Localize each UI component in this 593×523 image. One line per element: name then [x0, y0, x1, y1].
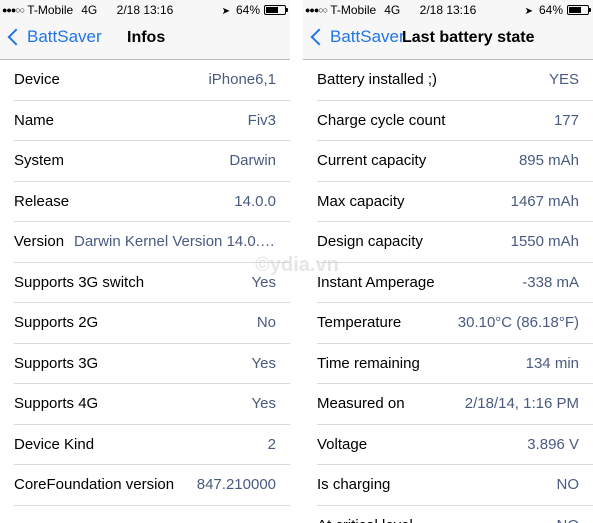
- back-button-label: BattSaver: [27, 27, 102, 46]
- row-label: Voltage: [317, 435, 368, 453]
- top-bars: ●●●○○ T-Mobile 4G 2/18 13:16 ➤ 64% BattSave…: [303, 0, 593, 60]
- list-row[interactable]: Device Kind 2: [14, 425, 290, 465]
- battery-percent: 64%: [235, 3, 260, 17]
- row-label: System: [14, 152, 65, 169]
- row-label: Charge cycle count: [317, 111, 446, 129]
- list-row[interactable]: Measured on 2/18/14, 1:16 PM: [317, 384, 593, 425]
- location-arrow-icon: ➤: [524, 6, 533, 17]
- row-label: Design capacity: [317, 233, 423, 250]
- row-label: Max capacity: [317, 192, 405, 210]
- row-label: CoreFoundation version: [14, 476, 175, 493]
- row-label: Release: [14, 192, 70, 210]
- list-row[interactable]: Time remaining 134 min: [317, 344, 593, 384]
- list-row[interactable]: Device iPhone6,1: [14, 60, 290, 101]
- list-row[interactable]: Instant Amperage -338 mA: [317, 263, 593, 303]
- screen-divider: [290, 0, 303, 523]
- row-label: Supports 2G: [14, 314, 99, 331]
- list-row[interactable]: Is charging NO: [317, 465, 593, 506]
- row-label: Supports 4G: [14, 395, 99, 412]
- row-value: 3.896 V: [527, 435, 579, 453]
- row-value: 2/18/14, 1:16 PM: [464, 395, 579, 412]
- list-row[interactable]: Name Fiv3: [14, 101, 290, 141]
- row-label: Temperature: [317, 314, 402, 331]
- chevron-left-icon: [7, 28, 25, 46]
- row-label: Battery installed ;): [317, 71, 438, 88]
- row-value: Yes: [251, 273, 276, 291]
- list-row[interactable]: At critical level NO: [317, 506, 593, 523]
- row-label: Supports 3G: [14, 354, 99, 372]
- list-row[interactable]: CoreFoundation version 847.210000: [14, 465, 290, 506]
- row-value: 30.10°C (86.18°F): [457, 314, 579, 331]
- row-label: Device Kind: [14, 435, 95, 453]
- screen-battery-state: ●●●○○ T-Mobile 4G 2/18 13:16 ➤ 64% BattSave…: [303, 0, 593, 523]
- list-row[interactable]: Version Darwin Kernel Version 14.0.0: Tue…: [14, 222, 290, 263]
- page-title: Infos: [127, 29, 166, 46]
- back-button[interactable]: BattSaver: [309, 27, 405, 47]
- location-arrow-icon: ➤: [221, 6, 230, 17]
- battery-fill: [266, 7, 278, 13]
- list-row[interactable]: Supports 2G No: [14, 303, 290, 344]
- back-button[interactable]: BattSaver: [6, 27, 102, 47]
- row-value: 895 mAh: [518, 152, 579, 169]
- list-row[interactable]: Supports 3G Yes: [14, 344, 290, 384]
- row-value: 1550 mAh: [510, 233, 579, 250]
- row-label: Device: [14, 71, 60, 88]
- list-row[interactable]: Release 14.0.0: [14, 182, 290, 222]
- list-row[interactable]: Supports 4G Yes: [14, 384, 290, 425]
- row-value: 177: [553, 111, 579, 129]
- row-value: Fiv3: [247, 111, 276, 129]
- row-value: NO: [557, 517, 580, 523]
- battery-icon: [567, 5, 591, 15]
- row-label: Name: [14, 111, 55, 129]
- row-value: Darwin Kernel Version 14.0.0: Tue Jan 21…: [74, 233, 276, 250]
- back-button-label: BattSaver: [330, 27, 405, 46]
- row-value: No: [256, 314, 276, 331]
- list-row[interactable]: Voltage 3.896 V: [317, 425, 593, 465]
- list-row[interactable]: System Darwin: [14, 141, 290, 182]
- row-value: Darwin: [229, 152, 276, 169]
- screen-infos: ●●●○○ T-Mobile 4G 2/18 13:16 ➤ 64% BattSave…: [0, 0, 290, 523]
- navigation-bar: BattSaver Last battery state: [303, 20, 593, 59]
- top-bars: ●●●○○ T-Mobile 4G 2/18 13:16 ➤ 64% BattSave…: [0, 0, 290, 60]
- list-row[interactable]: Design capacity 1550 mAh: [317, 222, 593, 263]
- list-row[interactable]: Supports 3G switch Yes: [14, 263, 290, 303]
- status-bar: ●●●○○ T-Mobile 4G 2/18 13:16 ➤ 64%: [303, 0, 593, 20]
- row-value: 14.0.0: [234, 192, 276, 210]
- row-value: iPhone6,1: [208, 71, 276, 88]
- battery-percent: 64%: [538, 3, 563, 17]
- list-row[interactable]: Charge cycle count 177: [317, 101, 593, 141]
- row-label: Measured on: [317, 395, 405, 412]
- battery-fill: [569, 7, 581, 13]
- page-title: Last battery state: [402, 29, 535, 46]
- row-value: NO: [556, 476, 580, 493]
- navigation-bar: BattSaver Infos: [0, 20, 290, 59]
- row-value: 847.210000: [196, 476, 276, 493]
- row-value: Yes: [251, 395, 276, 412]
- chevron-left-icon: [310, 28, 328, 46]
- list-row[interactable]: Current capacity 895 mAh: [317, 141, 593, 182]
- battery-icon: [264, 5, 288, 15]
- status-right: ➤ 64%: [221, 3, 288, 17]
- row-label: Is charging: [317, 476, 391, 493]
- row-label: Supports 3G switch: [14, 273, 145, 291]
- row-value: YES: [548, 71, 579, 88]
- row-value: Yes: [251, 354, 276, 372]
- row-label: Instant Amperage: [317, 273, 435, 291]
- row-label: Time remaining: [317, 354, 420, 372]
- row-value: 2: [267, 435, 276, 453]
- row-value: -338 mA: [522, 273, 579, 291]
- status-right: ➤ 64%: [524, 3, 591, 17]
- battery-state-list: Battery installed ;) YES Charge cycle coun…: [303, 60, 593, 523]
- list-row[interactable]: Battery installed ;) YES: [317, 60, 593, 101]
- list-row[interactable]: Max capacity 1467 mAh: [317, 182, 593, 222]
- row-value: 1467 mAh: [510, 192, 579, 210]
- row-label: At critical level: [317, 517, 413, 523]
- list-row[interactable]: Temperature 30.10°C (86.18°F): [317, 303, 593, 344]
- row-label: Current capacity: [317, 152, 427, 169]
- info-list: Device iPhone6,1 Name Fiv3 System Darwin Relea…: [0, 60, 290, 506]
- row-label: Version: [14, 233, 65, 250]
- status-bar: ●●●○○ T-Mobile 4G 2/18 13:16 ➤ 64%: [0, 0, 290, 20]
- row-value: 134 min: [525, 354, 579, 372]
